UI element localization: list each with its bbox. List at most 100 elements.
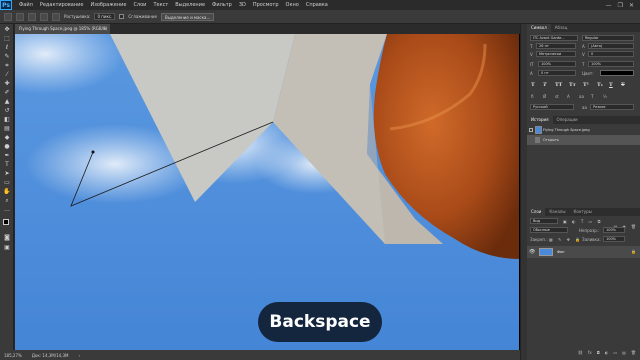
menu-image[interactable]: Изображение [90,2,126,8]
faux-bold-button[interactable]: T [531,82,535,88]
maximize-icon[interactable]: ❐ [618,2,623,9]
healing-icon[interactable]: ✚ [3,80,11,87]
close-icon[interactable]: ✕ [629,2,634,9]
menu-type[interactable]: Текст [153,2,168,8]
move-icon[interactable]: ✥ [3,26,11,33]
ornament-icon[interactable]: T [591,94,593,99]
status-arrow-icon[interactable]: › [78,353,80,358]
subscript-button[interactable]: T₁ [597,82,603,88]
tab-paths[interactable]: Контуры [569,208,595,216]
screen-mode-icon[interactable]: ▣ [3,244,11,251]
menu-help[interactable]: Справка [306,2,328,8]
mask-icon[interactable]: ◘ [597,350,600,358]
layer-row[interactable]: 👁 Фон 🔒 [527,246,640,258]
stylistic-icon[interactable]: A [567,94,570,99]
gradient-icon[interactable]: ▤ [3,125,11,132]
zoom-icon[interactable]: ⌕ [3,197,11,204]
font-family-select[interactable]: ITC Avant Garde... [530,35,578,41]
add-selection-icon[interactable] [28,12,36,21]
strikethrough-button[interactable]: T [621,82,625,88]
menu-edit[interactable]: Редактирование [40,2,84,8]
antialias-checkbox[interactable] [119,14,125,19]
tab-actions[interactable]: Операции [553,116,582,124]
lasso-icon[interactable]: ℓ [3,44,11,51]
crop-icon[interactable]: ⌗ [3,62,11,69]
history-snapshot[interactable]: Flying Through Space.jpeg [527,125,640,135]
leading-field[interactable]: (Авто) [588,43,634,49]
stamp-icon[interactable]: ▲ [3,98,11,105]
new-layer-icon[interactable]: ▤ [622,350,626,358]
text-color-swatch[interactable] [600,70,634,76]
menu-window[interactable]: Окно [286,2,299,8]
eyedropper-icon[interactable]: ⁄ [3,71,11,78]
layer-filter-icons[interactable]: ▣ ◐ T ▭ ⧉ [563,219,602,224]
blend-mode-select[interactable]: Обычные [530,227,568,233]
quick-mask-icon[interactable]: ◙ [3,234,11,241]
faux-italic-button[interactable]: T [543,82,547,88]
quick-select-icon[interactable]: ✎ [3,53,11,60]
history-source-icon[interactable] [529,128,533,132]
select-and-mask-button[interactable]: Выделение и маска... [160,12,215,21]
antialias-select[interactable]: Резкое [590,104,634,110]
tab-layers[interactable]: Слои [527,208,546,216]
tab-paragraph[interactable]: Абзац [551,24,572,32]
intersect-selection-icon[interactable] [52,12,60,21]
fx-icon[interactable]: fx [588,350,592,358]
underline-button[interactable]: T [609,82,613,88]
history-brush-icon[interactable]: ↺ [3,107,11,114]
shape-icon[interactable]: ▭ [3,179,11,186]
swash-icon[interactable]: st [555,94,559,99]
dodge-icon[interactable]: ● [3,143,11,150]
ordinals-icon[interactable]: Ø [543,94,546,99]
baseline-field[interactable]: 0 пт [538,70,576,76]
ligatures-icon[interactable]: fi [531,94,534,99]
vertical-scale-field[interactable]: 100% [538,61,576,67]
small-caps-button[interactable]: Tт [569,82,576,88]
lock-icons[interactable]: ▦ ✎ ✥ 🔒 [549,237,582,242]
link-layers-icon[interactable]: ⛓ [578,350,583,358]
tracking-field[interactable]: 0 [588,51,634,57]
layer-kind-filter[interactable]: Вид [530,218,558,224]
opacity-field[interactable]: 100% [603,227,625,233]
zoom-level[interactable]: 185,27% [4,353,22,358]
foreground-color-swatch[interactable] [3,219,9,225]
fill-field[interactable]: 100% [603,236,625,242]
menu-3d[interactable]: 3D [239,2,246,8]
superscript-button[interactable]: T¹ [583,82,589,88]
document-tab[interactable]: Flying Through Space.jpeg @ 185% (RGB/8)… [15,24,110,34]
close-tab-icon[interactable]: × [104,24,107,34]
delete-layer-icon[interactable]: 🗑 [631,350,636,358]
tab-history[interactable]: История [527,116,553,124]
type-icon[interactable]: T [3,161,11,168]
brush-icon[interactable]: ✐ [3,89,11,96]
font-style-select[interactable]: Regular [582,35,634,41]
marquee-icon[interactable]: ⬚ [3,35,11,42]
horizontal-scale-field[interactable]: 100% [588,61,634,67]
all-caps-button[interactable]: TT [555,82,562,88]
titling-icon[interactable]: aa [579,94,584,99]
trash-icon[interactable]: 🗑 [631,224,636,232]
group-icon[interactable]: ▭ [613,350,617,358]
new-selection-icon[interactable] [16,12,24,21]
path-select-icon[interactable]: ➤ [3,170,11,177]
kerning-field[interactable]: Метрически [536,51,576,57]
minimize-icon[interactable]: — [606,2,612,9]
lasso-tool-preset-icon[interactable] [4,12,12,21]
tab-character[interactable]: Символ [527,24,551,32]
eye-icon[interactable]: 👁 [529,246,535,258]
tab-channels[interactable]: Каналы [545,208,569,216]
eraser-icon[interactable]: ◧ [3,116,11,123]
subtract-selection-icon[interactable] [40,12,48,21]
pen-icon[interactable]: ✒ [3,152,11,159]
menu-view[interactable]: Просмотр [253,2,279,8]
menu-file[interactable]: Файл [19,2,33,8]
blur-icon[interactable]: ◆ [3,134,11,141]
menu-layers[interactable]: Слои [133,2,146,8]
menu-filter[interactable]: Фильтр [212,2,232,8]
language-select[interactable]: Русский [530,104,574,110]
fraction-icon[interactable]: ½ [603,94,607,99]
more-icon[interactable]: … [3,206,11,213]
hand-icon[interactable]: ✋ [3,188,11,195]
history-step[interactable]: Открыть [527,135,640,145]
font-size-field[interactable]: 26 пт [536,43,576,49]
